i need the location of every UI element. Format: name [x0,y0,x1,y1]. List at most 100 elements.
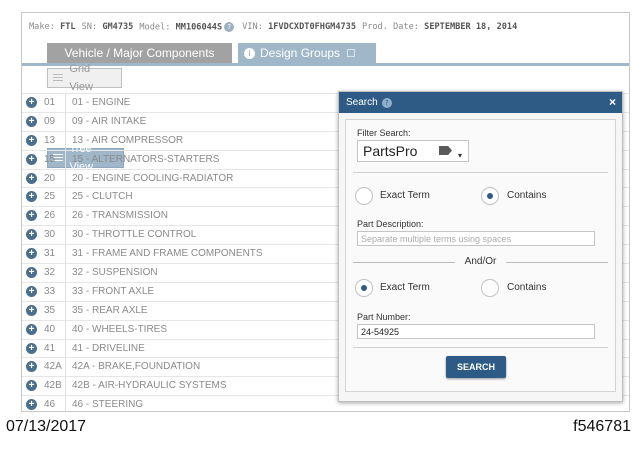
num-exact-term-label: Exact Term [380,282,430,293]
expand-plus-icon[interactable]: + [26,115,37,127]
expand-plus-icon[interactable]: + [26,380,37,392]
search-dialog-header[interactable]: Search ? × [339,92,622,113]
part-number-input[interactable] [357,324,595,339]
group-code: 30 [44,229,56,241]
expand-plus-icon[interactable]: + [26,191,37,203]
column-divider [65,131,66,150]
expand-plus-icon[interactable]: + [26,153,37,165]
filter-search-value: PartsPro [363,143,418,159]
group-code: 40 [44,323,56,335]
tab-design-groups-label: Design Groups [260,46,341,60]
group-description: 25 - CLUTCH [72,191,133,203]
column-divider [65,339,66,358]
help-icon[interactable]: ? [381,97,392,108]
num-exact-term-radio[interactable] [355,279,373,297]
column-divider [65,207,66,226]
vin-info: VIN: 1FVDCXDT0FHGM4735 [242,22,357,32]
column-divider [65,264,66,282]
num-contains-radio[interactable] [481,279,499,297]
group-description: 15 - ALTERNATORS-STARTERS [72,153,220,165]
group-code: 01 [44,97,56,108]
column-divider [65,301,66,320]
group-description: 33 - FRONT AXLE [72,285,155,297]
group-code: 41 [44,342,56,354]
expand-plus-icon[interactable]: + [26,267,37,279]
grid-view-button[interactable]: Grid View [47,63,122,93]
expand-plus-icon[interactable]: + [26,342,37,354]
group-code: 42A [44,361,62,373]
group-code: 13 [44,134,56,146]
chevron-down-icon: ▾ [457,151,462,160]
group-code: 15 [44,153,56,165]
divider [353,347,608,348]
group-description: 42B - AIR-HYDRAULIC SYSTEMS [72,380,227,392]
model-info: Model: MM106044S? [139,21,236,32]
desc-exact-term-radio[interactable] [355,187,373,205]
expand-plus-icon[interactable]: + [26,248,37,260]
model-help-icon[interactable]: ? [224,21,235,32]
info-icon: i [244,47,255,59]
filter-search-label: Filter Search: [357,128,411,138]
divider [353,172,608,173]
column-divider [65,188,66,207]
column-divider [65,377,66,396]
num-contains-label: Contains [507,282,547,293]
prod-date-info: Prod. Date: SEPTEMBER 18, 2014 [362,22,518,32]
column-divider [65,94,66,112]
expand-plus-icon[interactable]: + [26,134,37,146]
expand-plus-icon[interactable]: + [26,97,37,108]
expand-plus-icon[interactable]: + [26,172,37,184]
column-divider [65,396,66,411]
column-divider [65,226,66,245]
group-code: 26 [44,210,56,222]
expand-plus-icon[interactable]: + [26,323,37,335]
group-code: 31 [44,248,56,260]
num-match-radio-group: Exact Term Contains [355,279,606,297]
expand-plus-icon[interactable]: + [26,229,37,241]
filter-search-select[interactable]: PartsPro ▾ [357,140,469,162]
close-icon[interactable]: × [609,95,616,109]
column-divider [65,169,66,188]
search-form: Filter Search: PartsPro ▾ Exact Term Con… [345,119,616,392]
group-description: 42A - BRAKE,FOUNDATION [72,361,201,373]
group-description: 13 - AIR COMPRESSOR [72,134,184,146]
column-divider [65,245,66,264]
document-date: 07/13/2017 [6,418,87,435]
group-description: 01 - ENGINE [72,97,131,108]
and-or-divider: And/Or [353,256,608,268]
grid-view-label: Grid View [69,63,93,93]
figure-id: f546781 [573,418,631,435]
column-divider [65,320,66,339]
group-description: 32 - SUSPENSION [72,267,158,279]
column-divider [65,112,66,131]
part-number-label: Part Number: [357,312,411,322]
search-button[interactable]: SEARCH [446,356,506,378]
group-description: 30 - THROTTLE CONTROL [72,229,197,241]
grid-icon [53,74,64,82]
column-divider [65,358,66,377]
expand-plus-icon[interactable]: + [26,399,37,411]
column-divider [65,150,66,169]
expand-plus-icon[interactable]: + [26,361,37,373]
group-code: 42B [44,380,62,392]
group-description: 35 - REAR AXLE [72,304,148,316]
group-code: 20 [44,172,56,184]
tab-options-icon [347,49,356,57]
desc-contains-radio[interactable] [481,187,499,205]
expand-plus-icon[interactable]: + [26,285,37,297]
group-code: 32 [44,267,56,279]
tab-design-groups[interactable]: i Design Groups [238,43,376,63]
group-code: 25 [44,191,56,203]
part-description-input[interactable] [357,231,595,246]
make-info: Make: FTL [29,22,76,32]
expand-plus-icon[interactable]: + [26,210,37,222]
expand-plus-icon[interactable]: + [26,304,37,316]
group-code: 46 [44,399,56,411]
desc-contains-label: Contains [507,190,547,201]
search-dialog: Search ? × Filter Search: PartsPro ▾ Exa… [338,91,623,402]
group-code: 09 [44,115,56,127]
view-toggle: Tree View Grid View [47,63,127,173]
group-code: 35 [44,304,56,316]
group-description: 40 - WHEELS-TIRES [72,323,168,335]
column-divider [65,282,66,301]
